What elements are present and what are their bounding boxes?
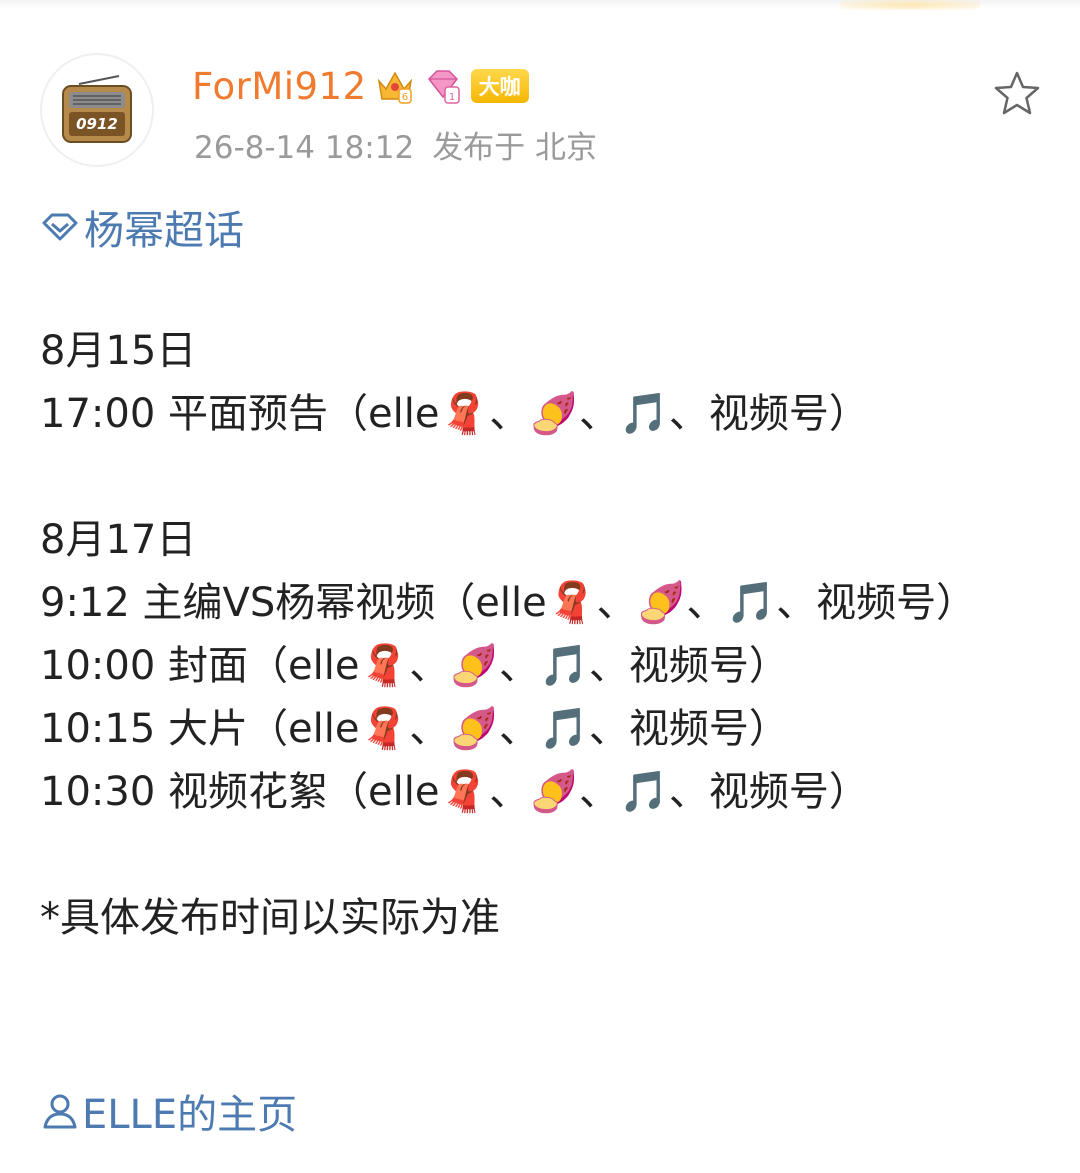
date-heading: 8月17日	[40, 517, 197, 563]
homepage-link-label: ELLE的主页	[82, 1092, 298, 1138]
post-content: 8月15日 17:00 平面预告（elle🧣、🍠、🎵、视频号） 8月17日 9:…	[40, 320, 1000, 950]
schedule-line: 10:00 封面（elle🧣、🍠、🎵、视频号）	[40, 643, 789, 689]
super-topic-link[interactable]: 杨幂超话	[40, 201, 244, 254]
post-meta: 26-8-14 18:12 发布于 北京	[194, 122, 597, 167]
user-row: ForMi912 6 1 大咖	[192, 60, 529, 112]
post-location: 发布于 北京	[432, 130, 598, 166]
avatar-label: 0912	[76, 115, 118, 133]
svg-text:1: 1	[448, 92, 454, 103]
crown-badge-icon[interactable]: 6	[375, 67, 415, 105]
super-topic-icon	[42, 213, 78, 241]
diamond-badge-icon[interactable]: 1	[423, 67, 463, 105]
disclaimer-note: *具体发布时间以实际为准	[40, 895, 500, 941]
svg-text:6: 6	[401, 92, 407, 103]
super-topic-label: 杨幂超话	[84, 208, 244, 254]
schedule-line: 10:15 大片（elle🧣、🍠、🎵、视频号）	[40, 706, 789, 752]
date-heading: 8月15日	[40, 328, 197, 374]
schedule-line: 10:30 视频花絮（elle🧣、🍠、🎵、视频号）	[40, 769, 869, 815]
user-icon	[43, 1094, 77, 1129]
schedule-line: 17:00 平面预告（elle🧣、🍠、🎵、视频号）	[40, 391, 869, 437]
username[interactable]: ForMi912	[192, 65, 367, 108]
radio-icon: 0912	[62, 75, 132, 143]
schedule-line: 9:12 主编VS杨幂视频（elle🧣、🍠、🎵、视频号）	[40, 580, 977, 626]
homepage-link[interactable]: ELLE的主页	[40, 1083, 297, 1139]
favorite-button[interactable]	[990, 66, 1044, 120]
vip-tag: 大咖	[470, 69, 529, 103]
post-timestamp: 26-8-14 18:12	[194, 130, 415, 166]
top-highlight	[840, 0, 980, 10]
avatar[interactable]: 0912	[40, 53, 154, 167]
star-icon	[994, 71, 1040, 115]
